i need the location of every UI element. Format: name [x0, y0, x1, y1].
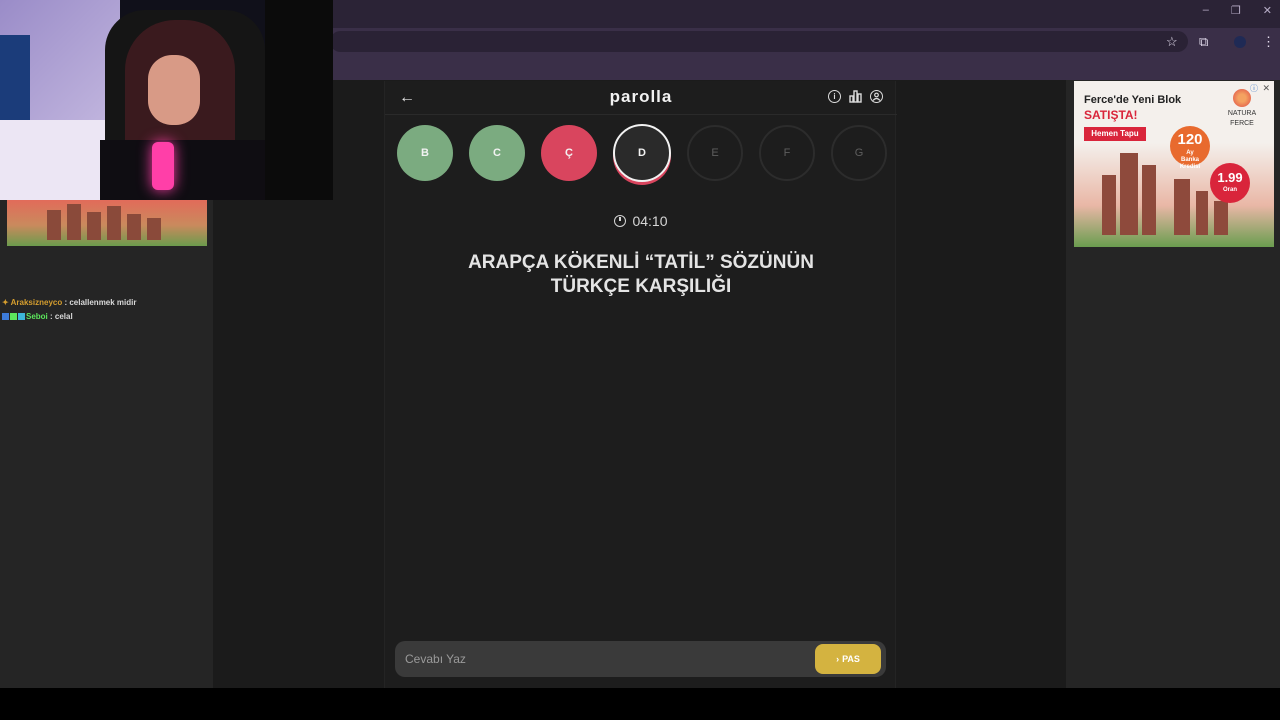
- ad-rate-badge: 1.99 Oran: [1210, 163, 1250, 203]
- badge-icon: [18, 313, 25, 320]
- ad-cta-button[interactable]: Hemen Tapu: [1084, 127, 1146, 141]
- ad-title: Ferce'de Yeni Blok: [1084, 94, 1182, 106]
- badge-icon: [10, 313, 17, 320]
- ad-logo: NATURA FERCE: [1220, 89, 1264, 129]
- right-ad[interactable]: Ferce'de Yeni Blok SATIŞTA! Hemen Tapu N…: [1074, 81, 1274, 247]
- timer: 04:10: [385, 213, 897, 229]
- chat-username: Araksizneyco: [10, 298, 63, 307]
- stats-icon[interactable]: [849, 90, 862, 103]
- chat-text: celal: [54, 312, 73, 321]
- minimize-button[interactable]: –: [1203, 4, 1209, 17]
- question-text: ARAPÇA KÖKENLİ “TATİL” SÖZÜNÜN TÜRKÇE KA…: [425, 251, 857, 299]
- badge-icon: [2, 313, 9, 320]
- game-logo: parolla: [609, 87, 673, 106]
- ad-info-icon[interactable]: ⓘ: [1250, 83, 1258, 94]
- ad-close-icon[interactable]: ✕: [1262, 83, 1270, 94]
- question-line-1: ARAPÇA KÖKENLİ “TATİL” SÖZÜNÜN: [468, 252, 814, 273]
- profile-icon[interactable]: [1234, 36, 1246, 48]
- extensions-icon[interactable]: ⧉: [1199, 34, 1208, 50]
- letter-d: D: [613, 124, 671, 182]
- chat-text: celallenmek midir: [69, 298, 137, 307]
- menu-icon[interactable]: ⋮: [1262, 34, 1275, 50]
- letter-c-cedilla: Ç: [541, 125, 597, 181]
- pass-label: PAS: [842, 654, 860, 664]
- header-icons: i: [828, 90, 883, 103]
- close-window-button[interactable]: ✕: [1263, 4, 1272, 17]
- answer-input[interactable]: [405, 641, 805, 677]
- game-header: ← parolla i: [385, 81, 897, 115]
- stream-chat: ✦ Araksizneyco : celallenmek midir Seboi…: [2, 296, 212, 324]
- chat-username: Seboi: [26, 312, 48, 321]
- flower-icon: [1233, 89, 1251, 107]
- letter-g: G: [831, 125, 887, 181]
- bottom-letterbox: [0, 688, 1280, 720]
- game-panel: ← parolla i B C Ç D E F G 04:10 ARAPÇA K…: [384, 81, 897, 688]
- letter-e: E: [687, 125, 743, 181]
- timer-value: 04:10: [632, 213, 668, 229]
- window-controls: – ❐ ✕: [1203, 4, 1272, 17]
- profile-icon[interactable]: [870, 90, 883, 103]
- chat-message: Seboi : celal: [2, 310, 212, 324]
- info-icon[interactable]: i: [828, 90, 841, 103]
- question-line-2: TÜRKÇE KARŞILIĞI: [550, 276, 732, 297]
- ad-months-badge: 120 Ay Banka Kredisi: [1170, 126, 1210, 170]
- letter-wheel: B C Ç D E F G: [397, 124, 887, 182]
- ad-headline: SATIŞTA!: [1084, 108, 1138, 122]
- star-icon[interactable]: ☆: [1166, 34, 1178, 50]
- answer-bar: ›PAS: [395, 641, 886, 677]
- chevron-right-icon: ›: [836, 654, 840, 664]
- letter-f: F: [759, 125, 815, 181]
- address-bar[interactable]: [330, 31, 1188, 52]
- chat-message: ✦ Araksizneyco : celallenmek midir: [2, 298, 137, 307]
- pass-button[interactable]: › PAS: [815, 644, 881, 674]
- restore-button[interactable]: ❐: [1231, 4, 1241, 17]
- letter-c: C: [469, 125, 525, 181]
- clock-icon: [614, 215, 627, 227]
- left-ad-banner[interactable]: [7, 200, 207, 246]
- letter-b: B: [397, 125, 453, 181]
- webcam-overlay: [0, 0, 333, 200]
